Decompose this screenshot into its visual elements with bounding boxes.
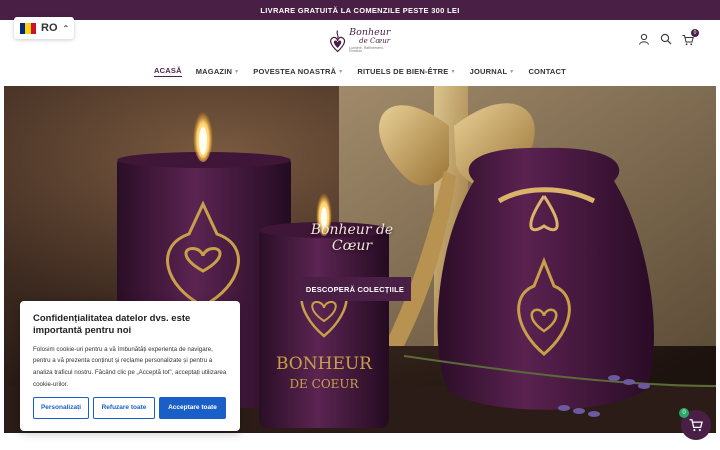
- chevron-down-icon: ▼: [450, 68, 456, 75]
- announcement-text: LIVRARE GRATUITĂ LA COMENZILE PESTE 300 …: [260, 5, 460, 15]
- hero-title: Bonheur de Cœur: [310, 222, 394, 254]
- search-icon[interactable]: [660, 33, 672, 45]
- chevron-up-icon: ⌃: [62, 23, 70, 33]
- cookie-text: Folosim cookie-uri pentru a vă îmbunătăț…: [33, 345, 227, 389]
- candle-label-2: DE COEUR: [289, 377, 359, 391]
- discover-collections-button[interactable]: DESCOPERĂ COLECȚIILE: [299, 277, 411, 301]
- cookie-consent-dialog: Confidențialitatea datelor dvs. este imp…: [20, 301, 240, 431]
- cookie-buttons: Personalizați Refuzare toate Acceptare t…: [33, 396, 227, 419]
- user-icon[interactable]: [638, 33, 650, 45]
- site-logo[interactable]: Bonheur de Cœur Lumière. Raffinement. Ém…: [328, 24, 392, 58]
- accept-all-button[interactable]: Acceptare toate: [159, 396, 226, 419]
- chevron-down-icon: ▼: [338, 68, 344, 75]
- chevron-down-icon: ▼: [234, 68, 240, 75]
- nav-item-acasa[interactable]: ACASĂ: [154, 66, 182, 77]
- nav-item-povestea-noastra[interactable]: POVESTEA NOASTRĂ ▼: [253, 66, 343, 77]
- floating-cart-count: 0: [679, 408, 689, 418]
- logo-sub: de Cœur: [359, 36, 391, 45]
- nav-item-contact[interactable]: CONTACT: [528, 66, 566, 77]
- language-code: RO: [41, 22, 58, 34]
- header-icons: 0: [638, 29, 699, 46]
- cookie-title: Confidențialitatea datelor dvs. este imp…: [33, 313, 191, 337]
- logo-tagline: Lumière. Raffinement. Émotion.: [349, 45, 384, 54]
- announcement-bar: LIVRARE GRATUITĂ LA COMENZILE PESTE 300 …: [0, 0, 720, 20]
- romania-flag-icon: [20, 22, 36, 34]
- main-nav: ACASĂ MAGAZIN ▼ POVESTEA NOASTRĂ ▼ RITUELS…: [0, 66, 720, 77]
- nav-item-journal[interactable]: JOURNAL ▼: [470, 66, 515, 77]
- customize-button[interactable]: Personalizați: [33, 396, 89, 419]
- language-switcher[interactable]: RO ⌃: [14, 17, 74, 39]
- nav-label: POVESTEA NOASTRĂ: [253, 67, 337, 76]
- nav-label: RITUELS DE BIEN-ÊTRE: [357, 67, 449, 76]
- floating-cart-button[interactable]: 0: [679, 408, 711, 440]
- nav-item-rituels[interactable]: RITUELS DE BIEN-ÊTRE ▼: [357, 66, 455, 77]
- cart-icon: [689, 419, 703, 432]
- nav-label: ACASĂ: [154, 66, 182, 75]
- nav-label: CONTACT: [528, 67, 566, 76]
- cart-badge: 0: [691, 29, 699, 37]
- nav-label: MAGAZIN: [195, 67, 233, 76]
- nav-label: JOURNAL: [469, 67, 508, 76]
- reject-all-button[interactable]: Refuzare toate: [93, 396, 155, 419]
- chevron-down-icon: ▼: [509, 68, 515, 75]
- cart-button[interactable]: 0: [682, 29, 699, 46]
- heart-flame-logo-icon: [330, 30, 346, 53]
- nav-item-magazin[interactable]: MAGAZIN ▼: [196, 66, 240, 77]
- candle-label-1: BONHEUR: [276, 354, 373, 374]
